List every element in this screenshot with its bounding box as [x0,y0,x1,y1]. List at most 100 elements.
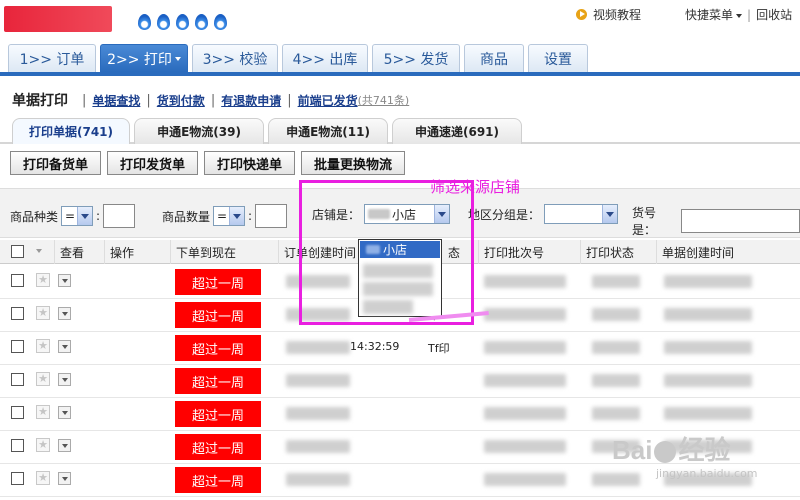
subtab-sto-express[interactable]: 申通速递(691) [392,118,522,144]
tab-verify[interactable]: 3>> 校验 [192,44,278,72]
tab-label: 2>> 打印 [107,51,172,68]
option-label: 小店 [383,243,408,257]
blurred-cell [484,473,566,486]
refund-request-link[interactable]: 有退款申请 [221,92,281,109]
shop-option-blurred[interactable] [363,300,413,314]
recycle-bin-link[interactable]: 回收站 [756,6,792,23]
blurred-cell [286,275,350,288]
blurred-cell [286,308,350,321]
shop-option-blurred[interactable] [363,264,433,278]
row-menu-dropdown[interactable] [58,307,71,320]
blurred-cell [592,341,640,354]
subtab-sto-e-1[interactable]: 申通E物流(39) [134,118,264,144]
shipped-link[interactable]: 前端已发货 [298,92,358,109]
shipped-count: (共741条) [357,94,410,107]
shop-option-blurred[interactable] [363,282,433,296]
elapsed-badge: 超过一周 [175,269,261,295]
col-elapsed: 下单到现在 [176,246,237,260]
blurred-text [366,245,380,254]
star-icon[interactable]: ★ [36,438,50,452]
blurred-cell [484,308,566,321]
category-op-select[interactable]: = [61,206,94,226]
play-icon [576,9,587,20]
shop-option-selected[interactable]: 小店 [360,241,440,258]
blurred-cell [286,341,350,354]
rank-icons [138,14,227,30]
blurred-cell [592,473,640,486]
row-menu-dropdown[interactable] [58,274,71,287]
quantity-op-select[interactable]: = [213,206,246,226]
star-icon[interactable]: ★ [36,339,50,353]
print-invoice-button[interactable]: 打印发货单 [107,151,199,175]
cod-link[interactable]: 货到付款 [157,92,205,109]
subtab-label: 申通速递(691) [414,125,500,139]
subtab-label: 打印单据(741) [28,125,114,139]
row-checkbox[interactable] [11,439,24,452]
row-menu-dropdown[interactable] [58,373,71,386]
paw-icon [654,441,677,464]
flame-icon [195,14,208,30]
print-waybill-button[interactable]: 打印快递单 [204,151,296,175]
chevron-down-icon[interactable] [36,249,42,253]
star-icon[interactable]: ★ [36,405,50,419]
quick-menu-link[interactable]: 快捷菜单 [685,6,743,23]
subtab-print-docs[interactable]: 打印单据(741) [12,118,130,144]
doc-search-link[interactable]: 单据查找 [92,92,140,109]
top-links: 视频教程 快捷菜单 | 回收站 [576,6,792,23]
subtab-sto-e-2[interactable]: 申通E物流(11) [268,118,388,144]
star-icon[interactable]: ★ [36,306,50,320]
main-nav: 1>> 订单 2>> 打印 3>> 校验 4>> 出库 5>> 发货 商品 设置 [0,40,800,76]
star-icon[interactable]: ★ [36,471,50,485]
row-menu-dropdown[interactable] [58,472,71,485]
elapsed-badge: 超过一周 [175,302,261,328]
sub-header: 单据打印 | 单据查找 | 货到付款 | 有退款申请 | 前端已发货 (共741… [12,90,409,110]
region-select[interactable] [544,204,619,224]
print-picklist-button[interactable]: 打印备货单 [10,151,102,175]
chevron-down-icon [602,205,618,223]
tab-label: 5>> 发货 [383,51,449,68]
row-checkbox[interactable] [11,274,24,287]
row-checkbox[interactable] [11,340,24,353]
chevron-down-icon [77,207,93,225]
watermark: Bai 经验 [612,430,730,467]
sku-input[interactable] [680,209,800,233]
page-title: 单据打印 [12,93,68,109]
elapsed-badge: 超过一周 [175,467,261,493]
elapsed-badge: 超过一周 [175,368,261,394]
col-print-status: 打印状态 [586,246,635,260]
blurred-cell [286,440,350,453]
category-input[interactable] [103,204,136,228]
video-tutorial-link[interactable]: 视频教程 [593,6,641,23]
row-checkbox[interactable] [11,307,24,320]
tab-settings[interactable]: 设置 [528,44,588,72]
blurred-cell [664,308,752,321]
sku-filter: 货号是： [632,204,800,238]
row-checkbox[interactable] [11,406,24,419]
star-icon[interactable]: ★ [36,372,50,386]
tab-label: 设置 [544,51,572,68]
row-checkbox[interactable] [11,472,24,485]
row-menu-dropdown[interactable] [58,340,71,353]
select-all-checkbox[interactable] [11,245,24,258]
tab-print[interactable]: 2>> 打印 [100,44,188,72]
watermark-url: jingyan.baidu.com [656,467,758,480]
shop-select[interactable]: 小店 [364,204,451,224]
row-menu-dropdown[interactable] [58,439,71,452]
filter-bar: 商品种类 = : 商品数量 = : 店铺是： 小店 地区分组是： 货号是： [0,188,800,238]
row-menu-dropdown[interactable] [58,406,71,419]
quantity-input[interactable] [255,204,288,228]
star-icon[interactable]: ★ [36,273,50,287]
row-checkbox[interactable] [11,373,24,386]
tab-ship[interactable]: 5>> 发货 [372,44,460,72]
blurred-cell [664,341,752,354]
flame-icon [214,14,227,30]
flame-icon [138,14,151,30]
tab-orders[interactable]: 1>> 订单 [8,44,96,72]
blurred-cell [484,275,566,288]
blurred-cell [286,374,350,387]
quick-menu-label: 快捷菜单 [685,8,734,22]
tab-products[interactable]: 商品 [464,44,524,72]
batch-change-logistics-button[interactable]: 批量更换物流 [301,151,406,175]
category-label: 商品种类 [10,209,59,224]
tab-outbound[interactable]: 4>> 出库 [282,44,368,72]
